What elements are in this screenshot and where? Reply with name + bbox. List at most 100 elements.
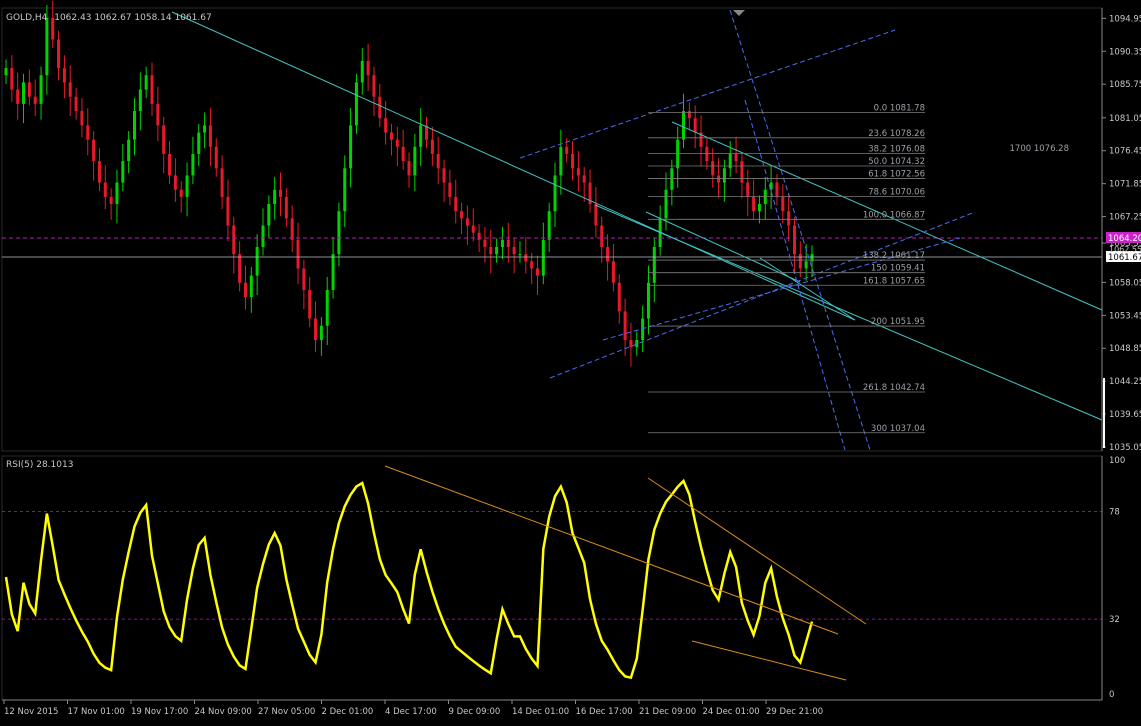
symbol-text: GOLD,H4 bbox=[6, 13, 48, 23]
fib-label: 100.0 1066.87 bbox=[863, 210, 925, 220]
channel-top bbox=[519, 29, 896, 159]
candle-body bbox=[337, 211, 341, 255]
fib-label: 50.0 1074.32 bbox=[868, 157, 925, 167]
time-tick-label: 29 Dec 21:00 bbox=[766, 707, 823, 717]
channel-bottom bbox=[549, 211, 976, 379]
candle-body bbox=[623, 311, 627, 341]
candle-body bbox=[693, 118, 697, 133]
candle-body bbox=[454, 196, 458, 212]
price-tick-label: 1094.95 bbox=[1109, 14, 1141, 24]
candle-body bbox=[389, 132, 393, 140]
candle-body bbox=[39, 75, 43, 104]
time-tick-label: 4 Dec 17:00 bbox=[385, 707, 437, 717]
candle-body bbox=[203, 125, 207, 133]
rsi-tick-label: 100 bbox=[1109, 456, 1125, 466]
candle-body bbox=[162, 125, 166, 154]
candle-body bbox=[775, 182, 779, 197]
candle-body bbox=[232, 225, 236, 255]
trendline-short bbox=[645, 211, 801, 283]
candle-body bbox=[489, 246, 493, 255]
candle-body bbox=[553, 175, 557, 212]
rsi-trendline-1 bbox=[384, 465, 839, 635]
candle-body bbox=[407, 161, 411, 176]
candle-body bbox=[495, 246, 499, 255]
candle-body bbox=[442, 168, 446, 183]
price-tick-label: 1048.85 bbox=[1109, 344, 1141, 354]
time-tick-label: 14 Dec 01:00 bbox=[512, 707, 569, 717]
candle-body bbox=[22, 82, 26, 104]
candle-body bbox=[127, 139, 131, 162]
price-tick-label: 1039.65 bbox=[1109, 410, 1141, 420]
candle-body bbox=[121, 161, 125, 183]
candle-body bbox=[290, 218, 294, 240]
price-axis: 1094.95 1090.35 1085.75 1081.05 1076.45 1071.… bbox=[1101, 8, 1141, 453]
candle-body bbox=[132, 111, 136, 140]
candle-body bbox=[10, 68, 14, 90]
candle-body bbox=[349, 125, 353, 169]
fib-label: 38.2 1076.08 bbox=[868, 144, 925, 154]
bid-short-text: 1062.55 bbox=[1109, 245, 1141, 254]
candle-body bbox=[436, 153, 440, 169]
fib-label: 200 1051.95 bbox=[871, 317, 925, 327]
candle-body bbox=[16, 89, 20, 104]
candle-body bbox=[530, 261, 534, 269]
time-axis: 12 Nov 2015 17 Nov 01:00 19 Nov 17:00 24 No… bbox=[2, 699, 1102, 717]
price-tick-label: 1071.85 bbox=[1109, 180, 1141, 190]
candle-body bbox=[705, 146, 709, 162]
candle-body bbox=[559, 146, 563, 176]
candle-body bbox=[535, 268, 539, 276]
candle-body bbox=[430, 139, 434, 154]
candle-body bbox=[197, 132, 201, 154]
candle-body bbox=[354, 82, 358, 126]
time-tick-label: 17 Nov 01:00 bbox=[68, 707, 125, 717]
time-marker bbox=[733, 10, 745, 16]
time-tick-label: 21 Dec 09:00 bbox=[639, 707, 696, 717]
time-tick-label: 24 Nov 09:00 bbox=[195, 707, 252, 717]
candle-body bbox=[460, 211, 464, 219]
overlays-group bbox=[2, 9, 1103, 451]
candle-body bbox=[115, 182, 119, 205]
candle-body bbox=[86, 125, 90, 140]
candle-body bbox=[687, 111, 691, 119]
candle-body bbox=[606, 246, 610, 262]
rsi-tick-label: 78 bbox=[1109, 507, 1120, 517]
bid-price-text: 1061.67 bbox=[1108, 253, 1141, 263]
candle-body bbox=[302, 268, 306, 290]
candle-body bbox=[541, 239, 545, 276]
candle-body bbox=[109, 196, 113, 205]
candle-body bbox=[763, 189, 767, 205]
candle-body bbox=[629, 340, 633, 348]
candle-body bbox=[296, 239, 300, 269]
time-tick-label: 2 Dec 01:00 bbox=[322, 707, 374, 717]
fib-label: 23.6 1078.26 bbox=[868, 129, 925, 139]
candle-body bbox=[752, 196, 756, 212]
candle-body bbox=[150, 75, 154, 104]
candle-body bbox=[594, 204, 598, 226]
candle-body bbox=[360, 60, 364, 83]
candle-body bbox=[57, 39, 61, 69]
rsi-panel bbox=[1, 455, 1103, 701]
price-tick-label: 1035.05 bbox=[1109, 443, 1141, 453]
trading-chart[interactable]: 0.0 1081.78 23.6 1078.26 38.2 1076.08 50.0 … bbox=[0, 0, 1141, 726]
price-tick-label: 1053.45 bbox=[1109, 311, 1141, 321]
candle-body bbox=[4, 68, 8, 76]
line-price-text: 1064.20 bbox=[1108, 234, 1141, 244]
candle-body bbox=[144, 75, 148, 90]
price-tick-label: 1044.25 bbox=[1109, 377, 1141, 387]
candle-body bbox=[401, 146, 405, 162]
candle-body bbox=[191, 153, 195, 176]
candle-body bbox=[378, 96, 382, 119]
candle-body bbox=[92, 139, 96, 162]
candle-body bbox=[273, 189, 277, 205]
candle-body bbox=[787, 211, 791, 226]
candle-body bbox=[465, 218, 469, 226]
time-tick-label: 27 Nov 05:00 bbox=[258, 707, 315, 717]
candle-body bbox=[27, 82, 31, 97]
candle-body bbox=[261, 225, 265, 247]
candle-body bbox=[343, 168, 347, 212]
candle-body bbox=[208, 125, 212, 147]
candle-body bbox=[138, 89, 142, 112]
candle-body bbox=[757, 204, 761, 212]
candle-body bbox=[565, 146, 569, 154]
price-tick-label: 1085.75 bbox=[1109, 80, 1141, 90]
